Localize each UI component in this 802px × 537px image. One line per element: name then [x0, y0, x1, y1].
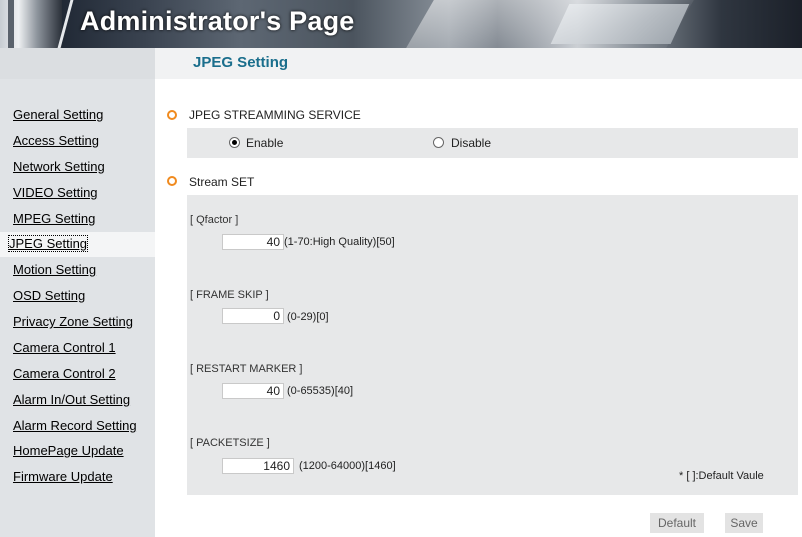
sidebar-item-label[interactable]: Network Setting — [13, 159, 105, 174]
page-title-bar: JPEG Setting — [155, 48, 802, 79]
sidebar-item-label[interactable]: Camera Control 2 — [13, 366, 116, 381]
stream-set-panel: [ Qfactor ] 40 (1-70:High Quality)[50] [… — [187, 195, 798, 495]
banner-frame-edge — [8, 0, 14, 48]
sidebar-item-label[interactable]: JPEG Setting — [7, 235, 89, 252]
sidebar-item-homepage-update[interactable]: HomePage Update — [0, 439, 155, 464]
sidebar-item-label[interactable]: MPEG Setting — [13, 211, 95, 226]
sidebar-item-label[interactable]: Alarm Record Setting — [13, 418, 137, 433]
radio-selected-dot — [232, 140, 237, 145]
sidebar-item-motion-setting[interactable]: Motion Setting — [0, 258, 155, 283]
sidebar-item-label[interactable]: General Setting — [13, 107, 103, 122]
streaming-panel: Enable Disable — [187, 128, 798, 158]
enable-radio[interactable] — [229, 137, 240, 148]
frame-skip-input[interactable]: 0 — [222, 308, 284, 324]
default-button[interactable]: Default — [650, 513, 704, 533]
qfactor-input[interactable]: 40 — [222, 234, 284, 250]
sidebar-item-alarm-record-setting[interactable]: Alarm Record Setting — [0, 414, 155, 439]
sidebar-item-general-setting[interactable]: General Setting — [0, 103, 155, 128]
sidebar-item-camera-control-1[interactable]: Camera Control 1 — [0, 336, 155, 361]
stream-set-label: Stream SET — [189, 175, 255, 189]
page-header-title: Administrator's Page — [80, 6, 355, 36]
streaming-section-label: JPEG STREAMMING SERVICE — [189, 108, 361, 122]
sidebar-item-label[interactable]: Privacy Zone Setting — [13, 314, 133, 329]
sidebar-nav: General Setting Access Setting Network S… — [0, 48, 155, 537]
disable-label[interactable]: Disable — [451, 136, 491, 150]
frame-skip-label: [ FRAME SKIP ] — [190, 289, 269, 301]
page-title: JPEG Setting — [193, 54, 289, 71]
header-banner: Administrator's Page — [0, 0, 802, 48]
sidebar-item-label[interactable]: Camera Control 1 — [13, 340, 116, 355]
sidebar-item-label[interactable]: Motion Setting — [13, 262, 96, 277]
sidebar-item-label[interactable]: OSD Setting — [13, 288, 85, 303]
sidebar-item-camera-control-2[interactable]: Camera Control 2 — [0, 362, 155, 387]
frame-skip-hint: (0-29)[0] — [287, 311, 329, 323]
enable-label[interactable]: Enable — [246, 136, 283, 150]
sidebar-item-alarm-in-out-setting[interactable]: Alarm In/Out Setting — [0, 388, 155, 413]
qfactor-hint: (1-70:High Quality)[50] — [284, 236, 395, 248]
sidebar-item-label[interactable]: Firmware Update — [13, 469, 113, 484]
restart-marker-label: [ RESTART MARKER ] — [190, 363, 303, 375]
sidebar-item-mpeg-setting[interactable]: MPEG Setting — [0, 207, 155, 232]
sidebar-item-osd-setting[interactable]: OSD Setting — [0, 284, 155, 309]
sidebar-item-label[interactable]: Alarm In/Out Setting — [13, 392, 130, 407]
restart-marker-hint: (0-65535)[40] — [287, 385, 354, 397]
sidebar-item-label[interactable]: HomePage Update — [13, 443, 124, 458]
sidebar-top-strip — [0, 48, 155, 79]
sidebar-item-video-setting[interactable]: VIDEO Setting — [0, 181, 155, 206]
sidebar-item-jpeg-setting[interactable]: JPEG Setting — [0, 232, 155, 257]
default-value-note: * [ ]:Default Vaule — [679, 470, 764, 482]
sidebar-item-access-setting[interactable]: Access Setting — [0, 129, 155, 154]
sidebar-item-firmware-update[interactable]: Firmware Update — [0, 465, 155, 490]
sidebar-item-network-setting[interactable]: Network Setting — [0, 155, 155, 180]
packetsize-input[interactable]: 1460 — [222, 458, 294, 474]
sidebar-item-label[interactable]: VIDEO Setting — [13, 185, 98, 200]
disable-radio[interactable] — [433, 137, 444, 148]
packetsize-label: [ PACKETSIZE ] — [190, 437, 270, 449]
section-bullet-icon — [167, 176, 177, 186]
banner-laptop-graphic — [550, 4, 690, 44]
save-button[interactable]: Save — [725, 513, 763, 533]
sidebar-item-label[interactable]: Access Setting — [13, 133, 99, 148]
packetsize-hint: (1200-64000)[1460] — [299, 460, 396, 472]
section-bullet-icon — [167, 110, 177, 120]
qfactor-label: [ Qfactor ] — [190, 214, 239, 226]
sidebar-item-privacy-zone-setting[interactable]: Privacy Zone Setting — [0, 310, 155, 335]
restart-marker-input[interactable]: 40 — [222, 383, 284, 399]
